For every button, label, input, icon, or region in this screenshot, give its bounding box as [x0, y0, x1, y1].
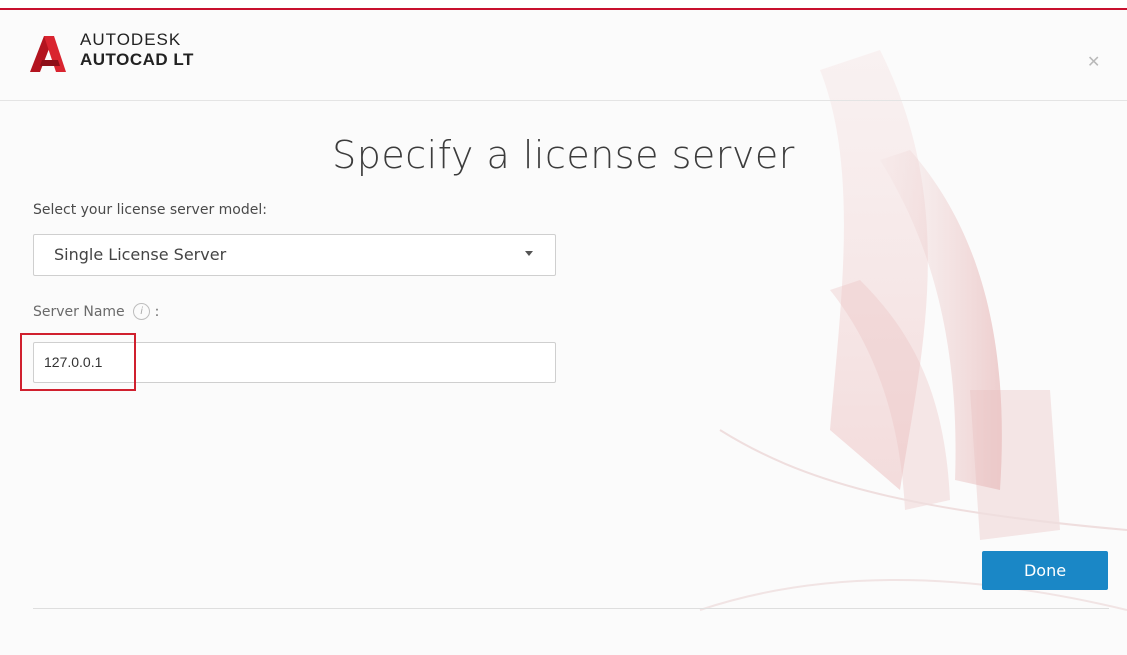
autocad-logo-icon	[30, 36, 66, 72]
brand-company: AUTODESK	[80, 30, 182, 49]
server-model-label: Select your license server model:	[33, 202, 267, 218]
server-model-selected-value: Single License Server	[54, 245, 227, 264]
server-name-label: Server Name i :	[33, 302, 160, 320]
info-icon[interactable]: i	[133, 302, 151, 320]
page-title: Specify a license server	[332, 133, 795, 177]
brand-product: AUTOCAD LT	[80, 50, 194, 69]
server-model-select[interactable]: Single License Server	[33, 234, 556, 276]
background-artwork	[699, 50, 1127, 611]
dropdown-arrow-icon	[525, 251, 533, 256]
dialog-header: AUTODESK AUTOCAD LT ✕	[0, 10, 1127, 101]
footer-divider	[33, 608, 1109, 609]
close-icon[interactable]: ✕	[1087, 52, 1100, 71]
done-button[interactable]: Done	[982, 551, 1108, 590]
server-name-label-text: Server Name	[33, 304, 125, 320]
annotation-highlight-box	[20, 333, 136, 391]
license-dialog: AUTODESK AUTOCAD LT ✕ Specify a license …	[0, 10, 1127, 655]
server-name-label-suffix: :	[154, 304, 160, 320]
